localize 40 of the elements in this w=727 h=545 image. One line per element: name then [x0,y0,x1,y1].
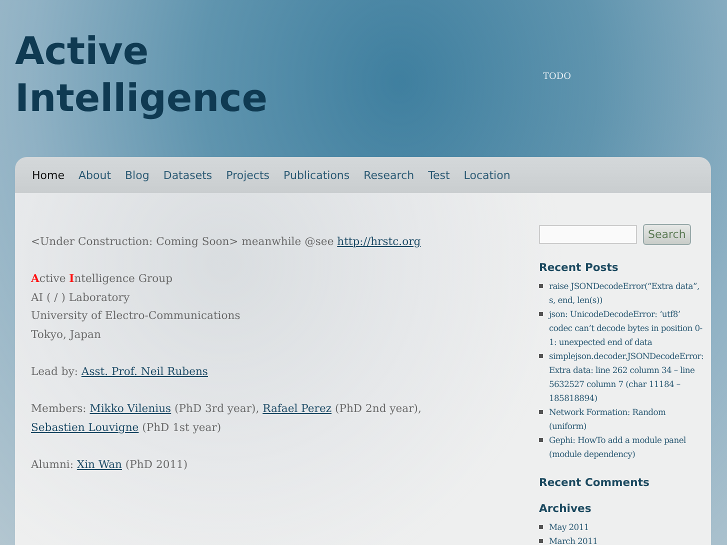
bullet-icon [539,410,543,414]
bullet-icon [539,438,543,442]
bullet-icon [539,525,543,529]
link[interactable]: http://hrstc.org [337,235,421,248]
nav-link[interactable]: Research [356,164,422,186]
paragraph: Alumni: Xin Wan (PhD 2011) [31,457,189,474]
post-link[interactable]: May 2011 [549,520,589,534]
post-link[interactable]: Network Formation: Random (uniform) [549,405,705,433]
paragraph: <Under Construction: Coming Soon> meanwhile @see http://hrstc.org [31,234,422,250]
paragraph: Lead by: Asst. Prof. Neil Rubens [31,364,209,380]
widget-heading: Recent Posts [539,261,620,274]
link[interactable]: Rafael Perez [262,402,332,416]
post-link[interactable]: simplejson.decoder.JSONDecodeError: Extra data: line 262 column 34 – line 5632527 column 7 (char 11184 – 185818894) [549,349,705,405]
nav-link[interactable]: About [71,164,118,186]
paragraph: Active Intelligence Group AI ( / ) Laboratory University of Electro-Communications Tokyo, Japan [31,271,242,343]
nav-link[interactable]: Blog [118,164,156,186]
bullet-icon [539,539,543,543]
nav-link[interactable]: Projects [219,164,277,186]
bullet-icon [539,284,543,288]
post-link[interactable]: March 2011 [549,534,598,545]
bullet-icon [539,312,543,316]
search-field[interactable] [539,225,637,244]
nav-link[interactable]: Home [25,164,72,186]
site-tagline: TODO [543,72,571,82]
link[interactable]: Xin Wan [76,458,122,472]
nav-link[interactable]: Datasets [156,164,220,186]
nav-link[interactable]: Publications [276,164,357,186]
post-link[interactable]: Gephi: HowTo add a module panel (module dependency) [549,433,705,461]
widget-heading: Recent Comments [539,476,650,489]
paragraph: Members: Mikko Vilenius (PhD 3rd year), Rafael Perez (PhD 2nd year), Sebastien Louvigne (PhD 1st year) [31,401,422,436]
site-title: Active Intelligence [15,28,269,122]
link[interactable]: Mikko Vilenius [90,402,172,416]
search-button[interactable]: Search [643,224,691,245]
link[interactable]: Asst. Prof. Neil Rubens [81,365,208,378]
post-link[interactable]: raise JSONDecodeError(“Extra data”, s, end, len(s)) [549,279,705,307]
nav-link[interactable]: Test [421,164,457,186]
widget-heading: Archives [539,502,592,515]
nav-link[interactable]: Location [456,164,518,186]
link[interactable]: Sebastien Louvigne [31,420,139,434]
bullet-icon [539,354,543,358]
